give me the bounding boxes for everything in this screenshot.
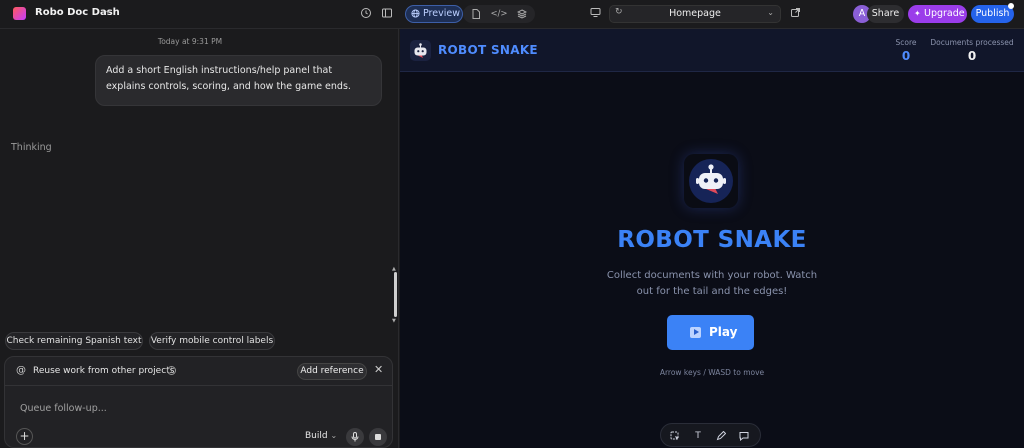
globe-icon (411, 6, 420, 24)
layers-icon[interactable] (513, 5, 531, 23)
view-mode-group: </> (463, 5, 535, 23)
controls-hint: Arrow keys / WASD to move (659, 368, 765, 377)
preview-button[interactable]: Preview (405, 5, 463, 23)
chevron-down-icon: ⌄ (767, 8, 774, 17)
file-icon[interactable] (467, 5, 485, 23)
route-selector[interactable]: ↻ Homepage ⌄ (609, 5, 781, 23)
desktop-icon[interactable] (588, 7, 602, 21)
sparkle-icon: ✦ (914, 9, 921, 18)
suggestion-chip[interactable]: Verify mobile control labels (149, 332, 275, 350)
external-link-icon[interactable] (788, 7, 802, 21)
upgrade-label: Upgrade (924, 8, 965, 19)
chat-panel: Today at 9:31 PM Add a short English ins… (0, 29, 399, 448)
at-icon: @ (16, 365, 26, 376)
comment-icon[interactable] (737, 429, 751, 443)
chevron-down-icon: ⌄ (330, 431, 338, 440)
chevron-down-icon[interactable]: ⌄ (104, 6, 112, 16)
close-icon[interactable]: ✕ (374, 363, 383, 376)
hero-title: ROBOT SNAKE (617, 227, 807, 253)
pen-icon[interactable] (714, 429, 728, 443)
score-value: 0 (901, 49, 911, 63)
user-message-bubble: Add a short English instructions/help pa… (95, 55, 382, 106)
microphone-button[interactable] (346, 428, 364, 446)
composer: @ Reuse work from other projects i Add r… (4, 356, 393, 448)
preview-panel: ROBOT SNAKE Score 0 Documents processed … (400, 29, 1024, 448)
score-label: Score (895, 38, 917, 47)
play-button[interactable]: Play (667, 315, 754, 350)
preview-label: Preview (423, 8, 460, 19)
route-label: Homepage (669, 8, 721, 19)
history-icon[interactable] (359, 7, 373, 21)
top-bar: Robo Doc Dash ⌄ Preview </> ↻ Homepage ⌄… (0, 0, 1024, 29)
upgrade-button[interactable]: ✦ Upgrade (908, 5, 967, 23)
game-description: Collect documents with your robot. Watch… (606, 270, 818, 297)
reference-row: @ Reuse work from other projects i Add r… (5, 357, 392, 386)
suggestion-chip[interactable]: Check remaining Spanish text (5, 332, 143, 350)
robot-logo-icon (684, 154, 738, 208)
robot-logo-icon (410, 40, 431, 61)
play-icon (690, 327, 701, 338)
share-button[interactable]: Share (867, 5, 904, 23)
play-label: Play (709, 325, 738, 339)
sidebar-toggle-icon[interactable] (380, 7, 394, 21)
mode-selector[interactable]: Build ⌄ (305, 431, 337, 441)
reference-text: Reuse work from other projects (33, 366, 175, 376)
thinking-status: Thinking (11, 142, 52, 153)
info-icon[interactable]: i (167, 366, 176, 375)
mode-label: Build (305, 431, 328, 441)
add-reference-button[interactable]: Add reference (297, 363, 367, 380)
app-logo-icon (13, 7, 26, 20)
chat-scrollbar[interactable] (394, 272, 397, 317)
app-root: Robo Doc Dash ⌄ Preview </> ↻ Homepage ⌄… (0, 0, 1024, 448)
add-attachment-button[interactable]: + (16, 428, 33, 445)
select-icon[interactable] (668, 429, 682, 443)
documents-label: Documents processed (930, 38, 1014, 47)
text-icon[interactable]: T (691, 429, 705, 443)
scroll-down-icon[interactable]: ▼ (392, 318, 396, 324)
game-title: ROBOT SNAKE (438, 43, 538, 57)
message-timestamp: Today at 9:31 PM (157, 37, 223, 46)
notification-dot (1008, 3, 1014, 9)
edit-toolbar: T (660, 423, 761, 447)
stop-icon (375, 434, 381, 440)
code-icon[interactable]: </> (490, 5, 508, 23)
game-header: ROBOT SNAKE Score 0 Documents processed … (400, 29, 1024, 72)
stop-button[interactable] (369, 428, 387, 446)
follow-up-input[interactable] (20, 400, 340, 416)
documents-value: 0 (967, 49, 977, 63)
